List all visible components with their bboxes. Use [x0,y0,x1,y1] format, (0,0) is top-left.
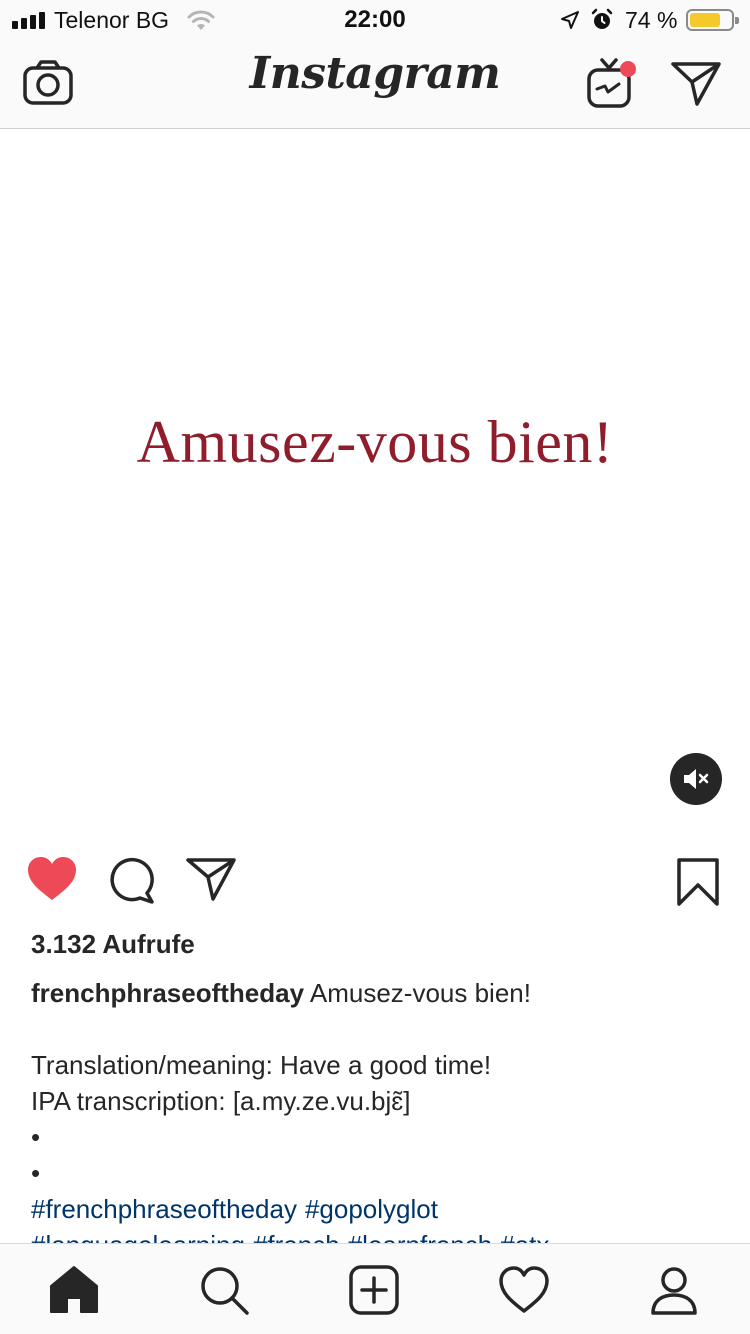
caption-username[interactable]: frenchphraseoftheday [31,978,304,1008]
caption-title: Amusez-vous bien! [304,978,531,1008]
top-navigation-bar: Instagram [0,40,750,129]
igtv-notification-dot [620,61,636,77]
caption-line: Translation/meaning: Have a good time! [31,1050,492,1080]
caption-line: IPA transcription: [a.my.ze.vu.bjɛ̃] [31,1086,411,1116]
bookmark-icon[interactable] [676,857,720,907]
location-arrow-icon [561,11,579,29]
battery-icon [686,9,739,31]
profile-icon[interactable] [648,1264,700,1316]
battery-percentage: 74 % [625,7,678,33]
like-heart-icon[interactable] [26,856,78,902]
carrier-name: Telenor BG [54,7,170,33]
speaker-muted-icon [684,769,709,789]
view-count: 3.132 Aufrufe [31,929,195,959]
home-icon[interactable] [48,1264,100,1316]
mute-toggle-button[interactable] [670,753,722,805]
share-icon[interactable] [185,856,237,902]
bottom-tab-bar [0,1243,750,1334]
activity-heart-icon[interactable] [498,1264,550,1316]
signal-strength-icon [12,12,45,29]
hashtag-link[interactable]: #gopolyglot [305,1194,438,1224]
caption-line: • [31,1158,41,1188]
caption-line: • [31,1122,41,1152]
post-actions [0,836,750,926]
igtv-icon[interactable] [585,56,639,110]
hashtag-link[interactable]: #frenchphraseoftheday [31,1194,297,1224]
direct-message-icon[interactable] [669,58,723,108]
camera-icon[interactable] [22,59,74,107]
comment-icon[interactable] [107,856,157,904]
add-post-icon[interactable] [348,1264,400,1316]
alarm-clock-icon [591,8,613,29]
search-icon[interactable] [198,1264,250,1316]
wifi-icon [187,10,215,30]
post-caption: frenchphraseoftheday Amusez-vous bien! T… [31,975,721,1263]
video-text-overlay: Amusez-vous bien! [136,409,614,475]
status-bar: Telenor BG 22:00 74 % [0,0,750,40]
post-video[interactable]: Amusez-vous bien! [0,130,750,836]
